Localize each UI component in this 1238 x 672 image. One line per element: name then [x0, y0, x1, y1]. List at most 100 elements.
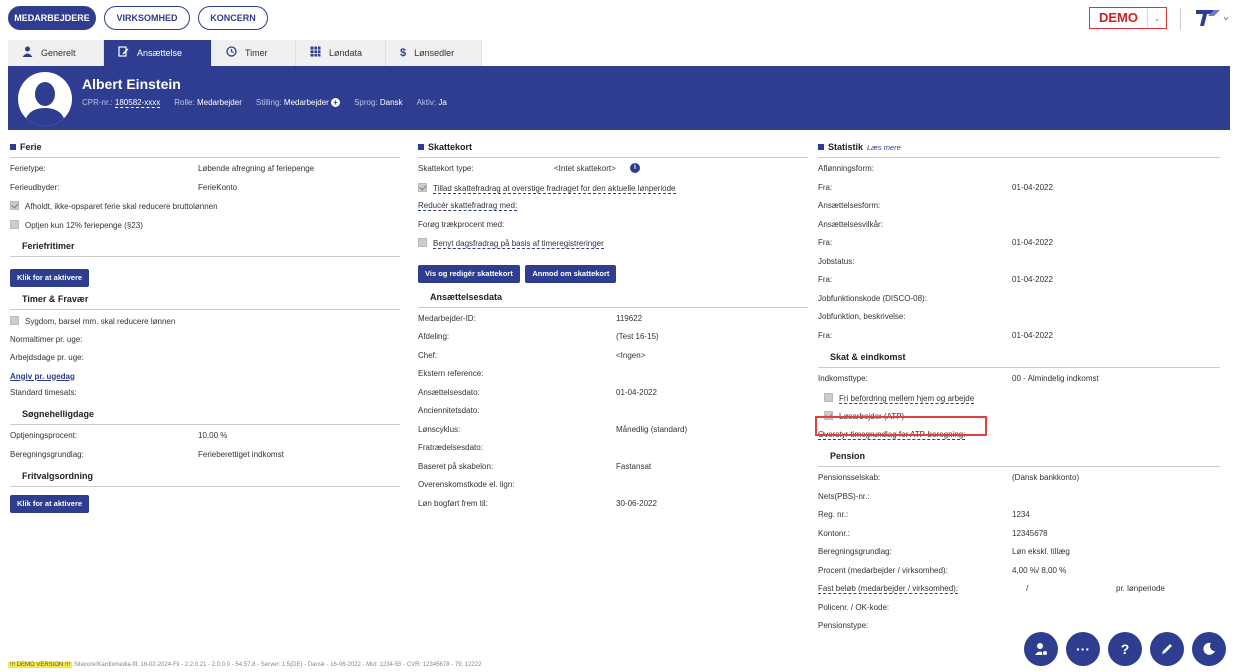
- pension-row-label: Nets(PBS)-nr.:: [818, 491, 870, 501]
- angiv-ugedag-link[interactable]: Angiv pr. ugedag: [10, 372, 75, 381]
- reduce-deduction-link[interactable]: Reducér skattefradrag med:: [418, 201, 518, 211]
- moon-icon: [1203, 642, 1215, 655]
- posted-until-label: Løn bogført frem til:: [418, 498, 488, 508]
- tab-ansaettelse[interactable]: Ansættelse: [104, 40, 212, 66]
- more-button[interactable]: ···: [1066, 632, 1100, 666]
- stat-row-label: Fra:: [818, 238, 833, 247]
- ferietype-value: Løbende afregning af feriepenge: [198, 164, 315, 173]
- cpr-value[interactable]: 180582-xxxx: [114, 98, 161, 108]
- top-bar: MEDARBEJDERE VIRKSOMHED KONCERN DEMO ⌄: [0, 0, 1238, 38]
- language-label: Sprog:: [354, 98, 378, 107]
- reduce-gross-checkbox[interactable]: [10, 201, 19, 210]
- language-value: Dansk: [379, 98, 403, 107]
- department-value: (Test 16-15): [616, 332, 659, 341]
- tab-timer[interactable]: Timer: [212, 40, 296, 66]
- help-button[interactable]: ?: [1108, 632, 1142, 666]
- optjeningsprocent-label: Optjeningsprocent:: [10, 431, 78, 440]
- pension-row-label: Beregningsgrundlag:: [818, 547, 892, 556]
- skattekort-column: Skattekort Skattekort type: <Intet skatte…: [418, 140, 808, 517]
- beregningsgrundlag-label: Beregningsgrundlag:: [10, 449, 84, 459]
- pension-row-label: Reg. nr.:: [818, 510, 849, 519]
- free-transport-checkbox[interactable]: [824, 392, 833, 402]
- ferieudbyder-label: Ferieudbyder:: [10, 182, 60, 192]
- stat-row-label: Ansættelsesform:: [818, 201, 881, 210]
- increase-rate-label: Forøg trækprocent med:: [418, 219, 505, 229]
- tab-label: Generelt: [41, 48, 76, 58]
- pension-row-value: Løn ekskl. tillæg: [1012, 547, 1070, 556]
- template-value: Fastansat: [616, 461, 652, 471]
- add-position-icon[interactable]: +: [331, 98, 341, 107]
- edit-skattekort-button[interactable]: Vis og redigér skattekort: [418, 264, 520, 283]
- tab-label: Løndata: [329, 48, 363, 58]
- external-ref-label: Ekstern reference:: [418, 369, 484, 378]
- stat-row-label: Aflønningsform:: [818, 164, 875, 173]
- earn-12-checkbox[interactable]: [10, 219, 19, 229]
- day-deduction-label: Benyt dagsfradrag på basis af timeregist…: [433, 239, 604, 249]
- demo-version-tag: !!! DEMO VERSION !!!: [8, 662, 73, 668]
- pay-cycle-value: Månedlig (standard): [616, 424, 688, 434]
- stat-row-label: Fra:: [818, 275, 833, 284]
- demo-selector[interactable]: DEMO ⌄: [1089, 7, 1167, 29]
- tab-bar: Generelt Ansættelse Timer Løndata $ Løns…: [8, 40, 482, 66]
- manager-value: <Ingen>: [616, 350, 646, 360]
- dollar-icon: $: [400, 47, 407, 59]
- pension-row-label: Kontonr.:: [818, 528, 851, 538]
- pension-row-value: 1234: [1012, 510, 1030, 519]
- pay-cycle-label: Lønscyklus:: [418, 424, 461, 434]
- question-icon: ?: [1120, 641, 1130, 657]
- activate-feriefritimer-button[interactable]: Klik for at aktivere: [10, 269, 90, 287]
- pension-row-label: Pensionstype:: [818, 621, 869, 630]
- arbejdsdage-label: Arbejdsdage pr. uge:: [10, 353, 84, 362]
- footer: !!! DEMO VERSION !!! Sitecore/Kardixmedi…: [8, 662, 482, 668]
- read-more-link[interactable]: Læs mere: [867, 143, 901, 152]
- pension-row-label: Procent (medarbejder / virksomhed):: [818, 565, 948, 575]
- per-period-label: pr. lønperiode: [1116, 584, 1165, 593]
- skattekort-section-title: Skattekort: [418, 140, 808, 154]
- request-skattekort-button[interactable]: Anmod om skattekort: [525, 264, 617, 283]
- allow-deduction-checkbox[interactable]: [418, 182, 427, 192]
- tab-label: Ansættelse: [137, 48, 183, 58]
- tab-loensedler[interactable]: $ Lønsedler: [386, 40, 482, 66]
- tab-generelt[interactable]: Generelt: [8, 40, 104, 66]
- switch-user-button[interactable]: [1024, 632, 1058, 666]
- ferieudbyder-value: FerieKonto: [198, 182, 238, 192]
- nav-koncern[interactable]: KONCERN: [198, 6, 268, 30]
- info-icon[interactable]: i: [630, 163, 640, 173]
- pension-row-label: Policenr. / OK-kode:: [818, 602, 890, 612]
- sickness-reduce-label: Sygdom, barsel mm. skal reducere lønnen: [25, 317, 176, 326]
- statistik-column: Statistik Læs mere Aflønningsform: Fra: 01…: [818, 140, 1220, 640]
- edit-button[interactable]: [1150, 632, 1184, 666]
- feriefritimer-title: Feriefritimer: [22, 241, 75, 251]
- tab-label: Lønsedler: [414, 48, 455, 58]
- role-label: Rolle:: [174, 98, 195, 107]
- tab-loendata[interactable]: Løndata: [296, 40, 386, 66]
- nav-medarbejdere[interactable]: MEDARBEJDERE: [8, 6, 96, 30]
- nav-virksomhed[interactable]: VIRKSOMHED: [104, 6, 190, 30]
- day-deduction-checkbox[interactable]: [418, 238, 427, 247]
- income-type-value: 00 - Almindelig indkomst: [1012, 374, 1099, 383]
- template-label: Baseret på skabelon:: [418, 461, 494, 471]
- employee-id-value: 119622: [616, 313, 643, 323]
- user-icon: [22, 46, 33, 60]
- dark-mode-button[interactable]: [1192, 632, 1226, 666]
- earn-12-label: Optjen kun 12% feriepenge (§23): [25, 220, 143, 230]
- statistik-section-title: Statistik Læs mere: [818, 140, 1220, 154]
- fixed-amount-link[interactable]: Fast beløb (medarbejder / virksomhed):: [818, 584, 959, 594]
- manager-label: Chef:: [418, 350, 438, 360]
- table-icon: [310, 46, 321, 60]
- seniority-label: Anciennitetsdato:: [418, 406, 480, 415]
- avatar: [18, 72, 72, 126]
- employee-header: Albert Einstein CPR-nr.: 180582-xxxx Rol…: [8, 66, 1230, 130]
- ansaettelsesdata-title: Ansættelsesdata: [430, 291, 503, 302]
- activate-fritvalg-button[interactable]: Klik for at aktivere: [10, 495, 90, 513]
- skattekort-type-value[interactable]: <Intet skattekort>: [554, 164, 616, 173]
- contract-icon: [118, 46, 129, 60]
- sickness-reduce-checkbox[interactable]: [10, 316, 19, 325]
- brand-logo-icon[interactable]: [1194, 6, 1230, 30]
- stat-row-value: 01-04-2022: [1012, 275, 1053, 284]
- hire-date-value: 01-04-2022: [616, 387, 657, 397]
- stat-row-label: Ansættelsesvilkår:: [818, 219, 883, 229]
- divider: [1180, 8, 1181, 30]
- termination-label: Fratrædelsesdato:: [418, 443, 483, 452]
- stat-row-label: Jobfunktion, beskrivelse:: [818, 312, 906, 321]
